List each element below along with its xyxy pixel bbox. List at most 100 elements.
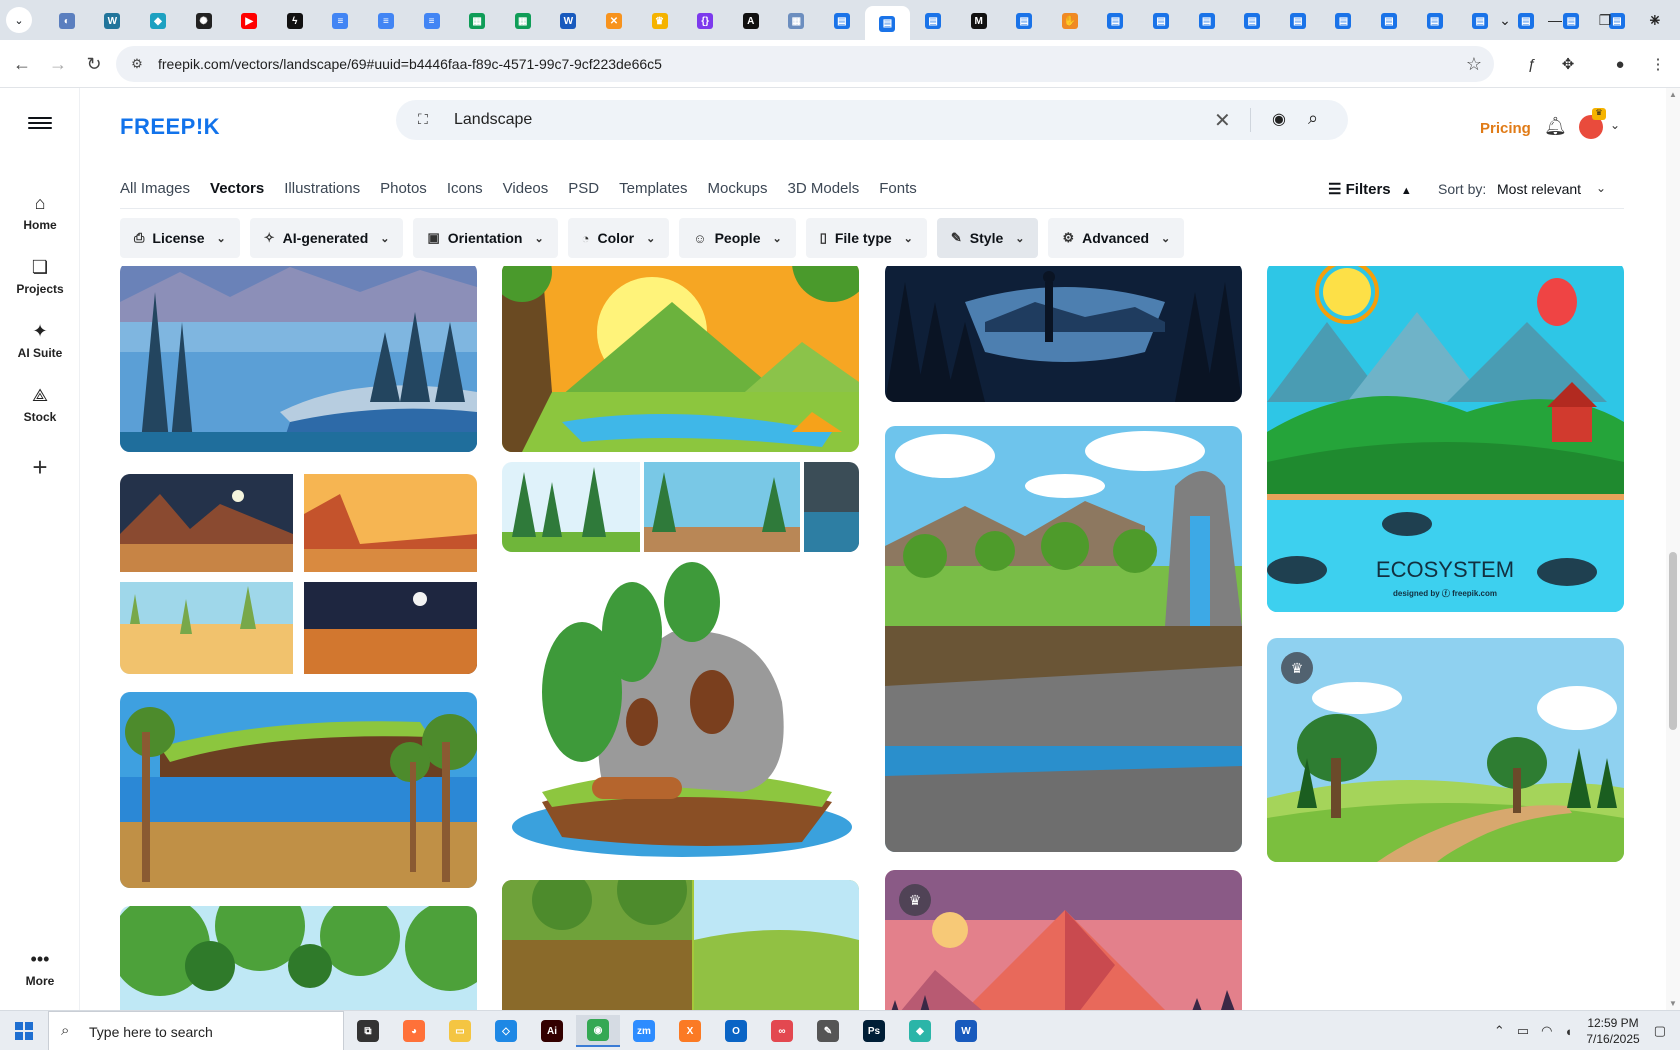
browser-tab[interactable]: ◐ [44, 6, 90, 36]
filter-chip[interactable]: ▯ File type ⌄ [805, 218, 927, 258]
browser-tab[interactable]: M [956, 6, 1002, 36]
browser-tab[interactable]: W [90, 6, 136, 36]
browser-tab[interactable]: ▤ [1229, 6, 1275, 36]
browser-tab[interactable]: ✺ [181, 6, 227, 36]
taskbar-app[interactable]: X [668, 1015, 712, 1047]
filters-button[interactable]: ☰ Filters ▲ [1328, 180, 1412, 198]
image-card-waterfall[interactable] [885, 426, 1242, 852]
browser-tab[interactable]: ▤ [1093, 6, 1139, 36]
taskbar-search[interactable]: ⌕ Type here to search [48, 1011, 344, 1050]
freepik-logo[interactable]: FREEP!K [120, 114, 220, 140]
search-icon[interactable]: ⌕ [1308, 108, 1318, 129]
chevron-up-icon[interactable]: ⌃ [1494, 1023, 1505, 1039]
address-bar[interactable]: ⚙ freepik.com/vectors/landscape/69#uuid=… [116, 46, 1494, 82]
network-icon[interactable]: ▭ [1517, 1023, 1529, 1039]
browser-tab[interactable]: ♛ [637, 6, 683, 36]
image-card-desert-set[interactable] [120, 474, 477, 674]
browser-tab[interactable]: A [728, 6, 774, 36]
extension-icon[interactable]: ƒ [1520, 52, 1544, 76]
notifications-icon[interactable]: ▢ [1654, 1023, 1666, 1039]
camera-icon[interactable]: ◉ [1272, 109, 1286, 129]
browser-tab[interactable]: ▦ [774, 6, 820, 36]
image-card-cave-island[interactable] [502, 562, 859, 862]
category-tab[interactable]: Mockups [707, 180, 767, 204]
category-tab[interactable]: Videos [503, 180, 549, 204]
image-card-tree-canopy[interactable] [120, 906, 477, 1010]
browser-menu-icon[interactable]: ⋮ [1646, 52, 1670, 76]
browser-tab[interactable]: ≡ [409, 6, 455, 36]
browser-tab[interactable]: ▤ [1366, 6, 1412, 36]
volume-icon[interactable]: ◖ [1564, 1024, 1572, 1039]
filter-chip[interactable]: ⚙ Advanced ⌄ [1048, 218, 1185, 258]
browser-tab[interactable]: ✕ [591, 6, 637, 36]
browser-tab[interactable]: ▤ [1412, 6, 1458, 36]
browser-tab[interactable]: ▤ [1321, 6, 1367, 36]
filter-chip[interactable]: ✧ AI-generated ⌄ [249, 218, 404, 258]
taskbar-app[interactable]: ◆ [898, 1015, 942, 1047]
image-card-lake-forest[interactable] [120, 266, 477, 452]
browser-tab[interactable]: ▤ [1001, 6, 1047, 36]
image-card-night-silhouette[interactable] [885, 266, 1242, 402]
hamburger-menu-icon[interactable] [28, 114, 52, 134]
image-card-ecosystem[interactable]: ECOSYSTEM designed by ⓕ freepik.com [1267, 266, 1624, 612]
browser-tab[interactable]: ▤ [910, 6, 956, 36]
chevron-down-icon[interactable]: ⌄ [1596, 181, 1606, 195]
filter-chip[interactable]: ✎ Style ⌄ [936, 218, 1039, 258]
browser-tab[interactable]: ▤ [864, 6, 911, 41]
scroll-up-arrow[interactable]: ▲ [1669, 90, 1677, 99]
pricing-link[interactable]: Pricing [1480, 120, 1531, 137]
filter-chip[interactable]: ▣ Orientation ⌄ [413, 218, 558, 258]
taskbar-app[interactable]: Ai [530, 1015, 574, 1047]
category-tab[interactable]: All Images [120, 180, 190, 204]
taskbar-app[interactable]: zm [622, 1015, 666, 1047]
taskbar-app[interactable]: ∞ [760, 1015, 804, 1047]
maximize-button[interactable]: ❐ [1580, 0, 1630, 40]
taskbar-app[interactable]: ◕ [392, 1015, 436, 1047]
taskbar-app[interactable]: Ps [852, 1015, 896, 1047]
browser-tab[interactable]: ▦ [500, 6, 546, 36]
browser-tab[interactable]: ≡ [363, 6, 409, 36]
taskbar-app[interactable]: ▭ [438, 1015, 482, 1047]
browser-tab[interactable]: ▶ [226, 6, 272, 36]
category-tab[interactable]: Icons [447, 180, 483, 204]
taskbar-app[interactable]: ⧉ [346, 1015, 390, 1047]
profile-avatar[interactable]: ● [1608, 52, 1632, 76]
bookmark-star-icon[interactable]: ☆ [1466, 54, 1482, 75]
reload-button[interactable]: ↻ [82, 52, 106, 76]
image-card-countryside-path[interactable]: ♛ [1267, 638, 1624, 862]
browser-tab[interactable]: ▦ [454, 6, 500, 36]
category-tab[interactable]: Photos [380, 180, 427, 204]
chevron-down-icon[interactable]: ⌄ [1610, 118, 1620, 132]
site-info-icon[interactable]: ⚙ [128, 55, 146, 73]
category-tab[interactable]: PSD [568, 180, 599, 204]
page-scrollbar[interactable]: ▲ ▼ [1666, 88, 1680, 1010]
forward-button[interactable]: → [46, 52, 70, 76]
category-tab[interactable]: Templates [619, 180, 687, 204]
image-card-forest-set[interactable] [502, 462, 859, 552]
browser-tab[interactable]: W [546, 6, 592, 36]
category-tab[interactable]: Illustrations [284, 180, 360, 204]
category-tab[interactable]: Fonts [879, 180, 917, 204]
taskbar-app[interactable]: ◇ [484, 1015, 528, 1047]
filter-chip[interactable]: ◔ Color ⌄ [567, 218, 670, 258]
scroll-thumb[interactable] [1669, 552, 1677, 730]
category-tab[interactable]: Vectors [210, 180, 264, 204]
search-bar[interactable]: ⛶ Landscape ✕ ◉ ⌕ [396, 100, 1348, 140]
browser-tab[interactable]: ▤ [1275, 6, 1321, 36]
extensions-puzzle-icon[interactable]: ✥ [1556, 52, 1580, 76]
browser-tab[interactable]: ▤ [1184, 6, 1230, 36]
scan-icon[interactable]: ⛶ [418, 111, 434, 127]
clear-search-icon[interactable]: ✕ [1214, 108, 1231, 133]
browser-tab[interactable]: ▤ [1138, 6, 1184, 36]
wifi-icon[interactable]: ◠ [1541, 1023, 1552, 1039]
taskbar-app[interactable]: ◉ [576, 1015, 620, 1047]
clock[interactable]: 12:59 PM 7/16/2025 [1586, 1015, 1639, 1047]
filter-chip[interactable]: ☺ People ⌄ [679, 218, 796, 258]
sidebar-item-home[interactable]: ⌂ Home [0, 192, 80, 232]
category-tab[interactable]: 3D Models [788, 180, 860, 204]
browser-tab[interactable]: ϟ [272, 6, 318, 36]
image-card-mountain-sunrise[interactable] [502, 266, 859, 452]
image-card-river-forest[interactable] [120, 692, 477, 888]
browser-tab[interactable]: ✋ [1047, 6, 1093, 36]
scroll-down-arrow[interactable]: ▼ [1669, 999, 1677, 1008]
